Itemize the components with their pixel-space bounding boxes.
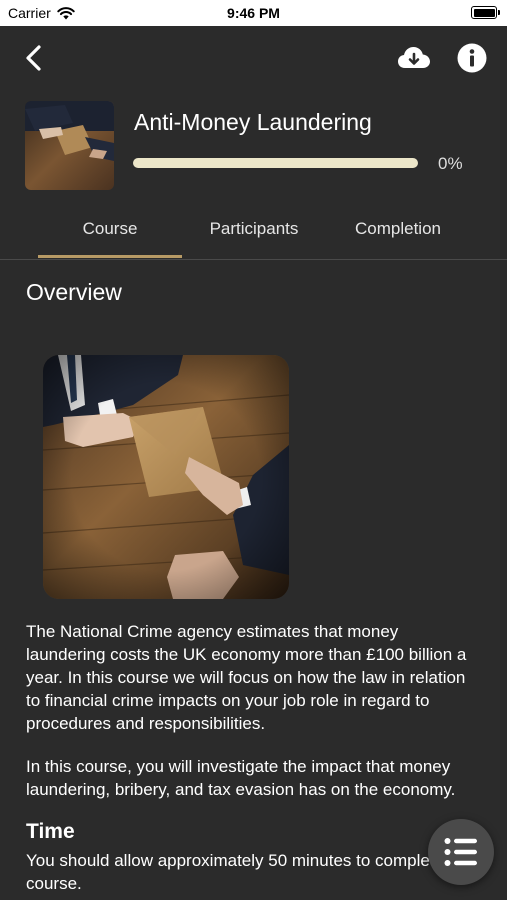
cloud-download-icon bbox=[398, 47, 430, 68]
tab-completion-label: Completion bbox=[355, 219, 441, 238]
tab-completion[interactable]: Completion bbox=[326, 210, 470, 258]
tab-participants-label: Participants bbox=[209, 219, 299, 238]
course-title: Anti-Money Laundering bbox=[134, 109, 372, 135]
time-heading: Time bbox=[26, 820, 75, 843]
back-button[interactable] bbox=[20, 42, 50, 74]
overview-heading: Overview bbox=[26, 279, 122, 305]
info-button[interactable] bbox=[457, 43, 487, 73]
course-progress-bar bbox=[133, 158, 418, 168]
status-bar: Carrier 9:46 PM bbox=[0, 0, 507, 26]
clock: 9:46 PM bbox=[227, 5, 280, 21]
time-paragraph: You should allow approximately 50 minute… bbox=[26, 851, 473, 893]
course-tabs: Course Participants Completion bbox=[0, 210, 507, 260]
list-icon bbox=[444, 838, 477, 866]
info-icon bbox=[457, 43, 487, 73]
battery-icon bbox=[471, 6, 500, 19]
course-thumbnail bbox=[25, 101, 114, 190]
course-progress-label: 0% bbox=[438, 154, 463, 173]
tab-course[interactable]: Course bbox=[38, 210, 182, 258]
tab-course-label: Course bbox=[82, 219, 138, 238]
download-button[interactable] bbox=[396, 42, 432, 74]
tabs-divider bbox=[0, 259, 507, 260]
tab-participants[interactable]: Participants bbox=[182, 210, 326, 258]
overview-paragraph-1: The National Crime agency estimates that… bbox=[26, 622, 467, 733]
overview-image bbox=[43, 355, 289, 599]
overview-paragraph-2: In this course, you will investigate the… bbox=[26, 757, 456, 799]
chevron-left-icon bbox=[26, 45, 41, 71]
contents-menu-button[interactable] bbox=[428, 819, 494, 885]
